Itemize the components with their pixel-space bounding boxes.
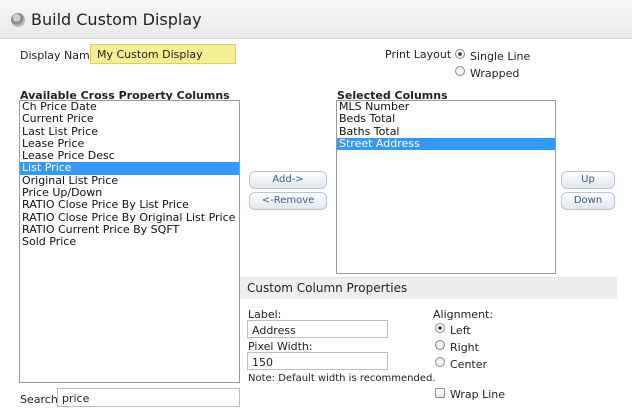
move-up-button[interactable]: Up <box>561 171 615 189</box>
available-column-option[interactable]: RATIO Close Price By List Price <box>20 199 239 212</box>
wrap-line-checkbox[interactable] <box>435 388 445 398</box>
available-column-option[interactable]: Current Price <box>20 112 239 125</box>
alignment-center-label: Center <box>450 358 488 371</box>
add-button[interactable]: Add-> <box>249 171 327 189</box>
display-name-label: Display Name <box>20 49 97 62</box>
move-down-button[interactable]: Down <box>561 192 615 210</box>
available-columns-list[interactable]: Ch Price Date Current Price Last List Pric… <box>19 100 240 383</box>
selected-columns-list[interactable]: MLS Number Beds Total Baths Total Street Ad… <box>336 100 556 274</box>
wrap-line-label: Wrap Line <box>450 388 506 401</box>
width-note: Note: Default width is recommended. <box>248 373 436 384</box>
print-layout-label: Print Layout <box>385 48 452 61</box>
label-input[interactable]: Address <box>247 320 388 338</box>
remove-button[interactable]: <-Remove <box>249 192 327 210</box>
print-layout-single-line-label: Single Line <box>470 50 531 63</box>
selected-column-option[interactable]: Street Address <box>337 137 555 151</box>
display-name-input[interactable]: My Custom Display <box>90 44 236 64</box>
alignment-left-radio[interactable] <box>435 323 445 333</box>
search-label: Search: <box>20 393 62 406</box>
custom-column-properties-title: Custom Column Properties <box>247 281 408 295</box>
alignment-right-radio[interactable] <box>435 340 445 350</box>
print-layout-single-line-radio[interactable] <box>455 49 465 59</box>
alignment-label: Alignment: <box>433 308 494 321</box>
selected-column-option[interactable]: Beds Total <box>337 112 555 125</box>
page-title: Build Custom Display <box>31 10 202 29</box>
pixel-width-input[interactable]: 150 <box>247 352 388 370</box>
print-layout-wrapped-radio[interactable] <box>455 66 465 76</box>
print-layout-wrapped-label: Wrapped <box>470 67 520 80</box>
available-column-option[interactable]: List Price <box>20 162 239 175</box>
alignment-left-label: Left <box>450 324 471 337</box>
search-input[interactable]: price <box>57 388 240 407</box>
gear-icon <box>11 13 25 27</box>
alignment-right-label: Right <box>450 341 479 354</box>
alignment-center-radio[interactable] <box>435 357 445 367</box>
available-column-option[interactable]: Sold Price <box>20 235 239 248</box>
